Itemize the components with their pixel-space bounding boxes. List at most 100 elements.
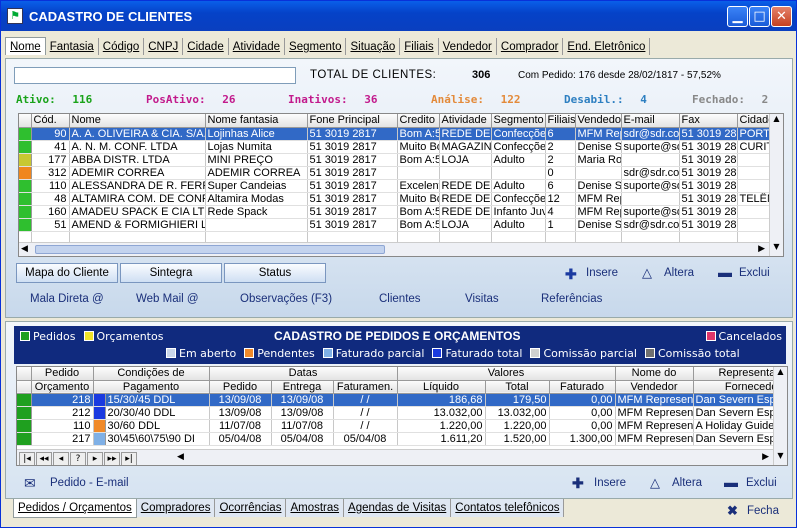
column-header[interactable]: Pagamento	[93, 380, 210, 394]
scroll-up-icon[interactable]: ▲	[770, 114, 783, 128]
orders-minus-icon[interactable]: ▬	[724, 474, 738, 490]
orders-triangle-icon[interactable]: △	[650, 475, 660, 491]
nav-link[interactable]: Referências	[541, 293, 602, 305]
table-row[interactable]: 218 15/30/45 DDL 13/09/08 13/09/08/ /186,68…	[17, 393, 787, 407]
table-row[interactable]: 110 30/60 DDL 11/07/08 11/07/08/ /1.220,00 1…	[17, 419, 787, 433]
table-row[interactable]: 110 ALESSANDRA DE R. FERR Super Candeias 51…	[19, 179, 770, 193]
search-tab[interactable]: Nome	[5, 37, 46, 55]
column-header[interactable]: Fone Principal	[307, 114, 398, 128]
minimize-button[interactable]: ▁	[727, 6, 748, 27]
search-tab[interactable]: Cidade	[183, 38, 229, 55]
orders-plus-icon[interactable]: ✚	[572, 475, 584, 492]
search-tab[interactable]: Situação	[346, 38, 401, 55]
column-header[interactable]: Faturado	[549, 380, 616, 394]
orders-scroll-right-icon[interactable]: ▶	[762, 452, 769, 462]
column-header[interactable]: Nome fantasia	[205, 114, 308, 128]
column-header[interactable]: Cód.	[31, 114, 70, 128]
bottom-tab[interactable]: Compradores	[136, 499, 216, 517]
column-header[interactable]: Vendedor	[615, 380, 694, 394]
orders-scroll-up-icon[interactable]: ▲	[774, 367, 787, 381]
column-header[interactable]: Atividade	[439, 114, 492, 128]
table-row[interactable]: 212 20/30/40 DDL 13/09/08 13/09/08/ /13.032…	[17, 406, 787, 420]
column-header[interactable]: Filiais	[545, 114, 576, 128]
search-tab[interactable]: Vendedor	[439, 38, 497, 55]
column-header[interactable]: Total	[485, 380, 550, 394]
orders-vscrollbar[interactable]: ▲ ▼	[773, 367, 787, 465]
triangle-icon[interactable]: △	[642, 265, 652, 281]
orders-table[interactable]: Pedido Condições de Datas Valores Nome do Rep…	[16, 366, 788, 466]
plus-icon[interactable]: ✚	[565, 266, 577, 283]
table-row[interactable]: 51 AMEND & FORMIGHIERI LT 51 3019 2817 Bom …	[19, 218, 770, 232]
column-header[interactable]: Entrega	[271, 380, 334, 394]
nav-button[interactable]: ▸|	[121, 452, 137, 465]
title-bar[interactable]: ⚑ CADASTRO DE CLIENTES ▁ □ ✕	[1, 1, 796, 31]
bottom-tab[interactable]: Amostras	[286, 499, 345, 517]
column-header[interactable]: Cidade	[737, 114, 770, 128]
orders-exclui-button[interactable]: Exclui	[746, 477, 777, 489]
orders-altera-button[interactable]: Altera	[672, 477, 702, 489]
search-tab[interactable]: Código	[99, 38, 145, 55]
column-header[interactable]: Nome	[69, 114, 206, 128]
bottom-tab[interactable]: Ocorrências	[215, 499, 287, 517]
nav-button[interactable]: ◂	[53, 452, 69, 465]
orders-insere-button[interactable]: Insere	[594, 477, 626, 489]
orders-scroll-down-icon[interactable]: ▼	[774, 451, 787, 465]
status-button[interactable]: Status	[224, 263, 326, 283]
nav-link[interactable]: Clientes	[379, 293, 421, 305]
column-header[interactable]: Líquido	[397, 380, 486, 394]
bottom-tab[interactable]: Contatos telefônicos	[451, 499, 565, 517]
bottom-tab[interactable]: Agendas de Visitas	[344, 499, 452, 517]
nav-link[interactable]: Observações (F3)	[240, 293, 332, 305]
orders-scroll-left-icon[interactable]: ◀	[177, 452, 184, 462]
nav-link[interactable]: Web Mail @	[136, 293, 199, 305]
nav-button[interactable]: ?	[70, 452, 86, 465]
search-tab[interactable]: Segmento	[285, 38, 347, 55]
search-tab[interactable]: Atividade	[229, 38, 286, 55]
column-header[interactable]: E-mail	[621, 114, 680, 128]
vertical-scrollbar[interactable]: ▲ ▼	[769, 114, 783, 256]
search-tab[interactable]: Fantasia	[46, 38, 99, 55]
column-header[interactable]: Vendedor	[575, 114, 622, 128]
scroll-down-icon[interactable]: ▼	[770, 242, 783, 256]
altera-button[interactable]: Altera	[664, 267, 694, 279]
table-row[interactable]: 160 AMADEU SPACK E CIA LTD Rede Spack 51 30…	[19, 205, 770, 219]
table-row[interactable]: 177 ABBA DISTR. LTDA MINI PREÇO 51 3019 281…	[19, 153, 770, 167]
table-row[interactable]: 48 ALTAMIRA COM. DE CONF Altamira Modas 51 …	[19, 192, 770, 206]
pedido-email-link[interactable]: Pedido - E-mail	[50, 477, 129, 489]
nav-link[interactable]: Visitas	[465, 293, 499, 305]
insere-button[interactable]: Insere	[586, 267, 618, 279]
search-tab[interactable]: Comprador	[497, 38, 564, 55]
search-tab[interactable]: CNPJ	[144, 38, 184, 55]
mapa-cliente-button[interactable]: Mapa do Cliente	[16, 263, 118, 283]
scroll-left-icon[interactable]: ◀	[21, 244, 28, 254]
close-button[interactable]: ✕	[771, 6, 792, 27]
maximize-button[interactable]: □	[749, 6, 770, 27]
column-header[interactable]: Orçamento	[31, 380, 94, 394]
column-header[interactable]: Segmento	[491, 114, 546, 128]
scroll-thumb[interactable]	[35, 245, 385, 254]
nav-button[interactable]: ◂◂	[36, 452, 52, 465]
nav-button[interactable]: |◂	[19, 452, 35, 465]
column-header[interactable]: Faturamen.	[333, 380, 398, 394]
nav-button[interactable]: ▸▸	[104, 452, 120, 465]
horizontal-scrollbar[interactable]: ◀ ▶	[19, 242, 769, 256]
column-header[interactable]: Fax	[679, 114, 738, 128]
column-header[interactable]: Pedido	[209, 380, 272, 394]
close-x-icon[interactable]: ✖	[727, 503, 738, 519]
bottom-tab[interactable]: Pedidos / Orçamentos	[13, 499, 137, 518]
table-row[interactable]: 312 ADEMIR CORREA ADEMIR CORREA 51 3019 281…	[19, 166, 770, 180]
table-row[interactable]: 41 A. N. M. CONF. LTDA Lojas Numita 51 3019…	[19, 140, 770, 154]
fecha-button[interactable]: Fecha	[747, 505, 779, 517]
search-input[interactable]	[14, 67, 296, 84]
search-tab[interactable]: End. Eletrônico	[563, 38, 651, 55]
exclui-button[interactable]: Exclui	[739, 267, 770, 279]
scroll-right-icon[interactable]: ▶	[758, 244, 765, 254]
minus-icon[interactable]: ▬	[718, 264, 732, 280]
clients-table[interactable]: Cód. Nome Nome fantasia Fone Principal Credi…	[18, 113, 784, 257]
orders-hscrollbar[interactable]: |◂ ◂◂ ◂? ▸ ▸▸ ▸| ◀ ▶	[17, 449, 773, 465]
search-tab[interactable]: Filiais	[400, 38, 439, 55]
column-header[interactable]: Credito	[397, 114, 440, 128]
sintegra-button[interactable]: Sintegra	[120, 263, 222, 283]
table-row[interactable]: 217 30\45\60\75\90 DI 05/04/08 05/04/08 05/0…	[17, 432, 787, 446]
nav-button[interactable]: ▸	[87, 452, 103, 465]
